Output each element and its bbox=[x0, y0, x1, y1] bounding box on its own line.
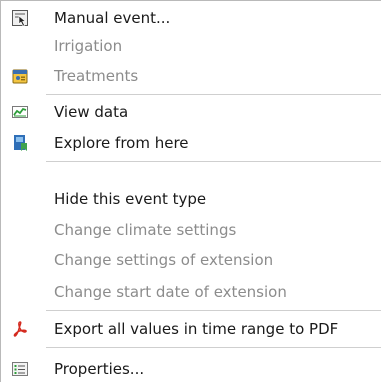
menu-item-change-climate-settings[interactable]: Change climate settings bbox=[1, 214, 381, 246]
menu-item-label: View data bbox=[54, 103, 129, 121]
properties-icon bbox=[12, 362, 28, 376]
menu-separator bbox=[46, 310, 381, 311]
menu-item-treatments[interactable]: Treatments bbox=[1, 60, 381, 92]
menu-item-view-data[interactable]: View data bbox=[1, 96, 381, 128]
menu-item-label: Change settings of extension bbox=[54, 251, 274, 269]
menu-item-label: Hide this event type bbox=[54, 190, 207, 208]
menu-item-label: Change climate settings bbox=[54, 221, 237, 239]
menu-separator bbox=[46, 347, 381, 348]
menu-separator bbox=[46, 94, 381, 95]
context-menu: Manual event... Irrigation Treatments Vi… bbox=[0, 0, 381, 382]
menu-item-label: Export all values in time range to PDF bbox=[54, 320, 339, 338]
menu-item-label: Properties... bbox=[54, 360, 145, 378]
menu-item-label: Treatments bbox=[54, 67, 139, 85]
menu-item-label: Irrigation bbox=[54, 37, 123, 55]
menu-item-change-extension-settings[interactable]: Change settings of extension bbox=[1, 244, 381, 276]
menu-item-irrigation[interactable]: Irrigation bbox=[1, 30, 381, 62]
pdf-icon bbox=[13, 321, 27, 337]
view-data-chart-icon bbox=[12, 106, 28, 118]
explore-icon bbox=[14, 135, 27, 151]
treatments-icon bbox=[12, 69, 28, 84]
menu-item-label: Change start date of extension bbox=[54, 283, 287, 301]
menu-item-export-pdf[interactable]: Export all values in time range to PDF bbox=[1, 313, 381, 345]
manual-event-icon bbox=[12, 10, 28, 27]
menu-separator bbox=[46, 161, 381, 162]
menu-item-hide-event-type[interactable]: Hide this event type bbox=[1, 183, 381, 215]
menu-item-change-extension-start-date[interactable]: Change start date of extension bbox=[1, 276, 381, 308]
menu-item-label: Explore from here bbox=[54, 134, 189, 152]
menu-item-properties[interactable]: Properties... bbox=[1, 353, 381, 382]
menu-item-explore-from-here[interactable]: Explore from here bbox=[1, 127, 381, 159]
